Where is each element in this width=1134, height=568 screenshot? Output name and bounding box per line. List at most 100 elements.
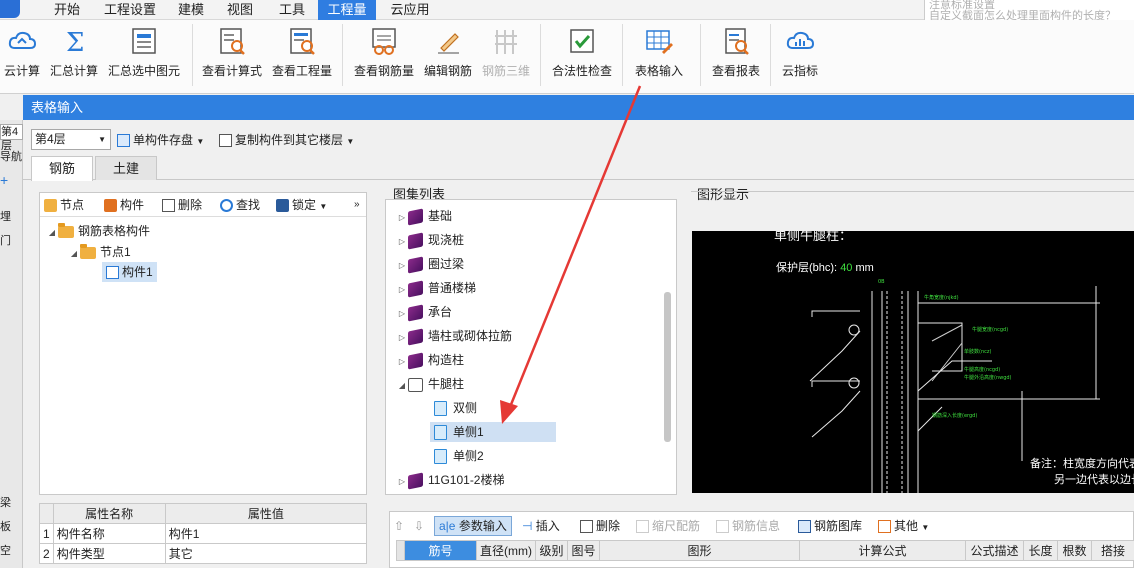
- atlas-child-selected[interactable]: 单侧1: [430, 422, 556, 442]
- lock-button[interactable]: 锁定 ▼: [276, 195, 327, 217]
- scale-rebar-button[interactable]: 缩尺配筋: [636, 516, 700, 536]
- delete-icon: [580, 520, 593, 534]
- sidebar-item[interactable]: 空: [0, 542, 11, 558]
- view-formula-button[interactable]: 查看计算式: [198, 24, 266, 82]
- sidebar-item[interactable]: 门: [0, 232, 11, 248]
- atlas-child[interactable]: 双侧: [434, 398, 477, 418]
- expanded-arrow-icon: ◢: [70, 249, 78, 258]
- question-item[interactable]: 自定义截面怎么处理里面构件的长度？: [929, 11, 1130, 21]
- save-single-button[interactable]: 单构件存盘 ▼: [117, 130, 204, 152]
- atlas-child[interactable]: 单侧2: [434, 446, 484, 466]
- folder-add-icon: [44, 199, 57, 213]
- table-row[interactable]: 1 构件名称 构件1: [39, 523, 368, 544]
- delete-label: 删除: [178, 198, 203, 212]
- table-row[interactable]: 2 构件类型 其它: [39, 543, 368, 564]
- insert-button[interactable]: ⊣ 插入: [522, 516, 560, 536]
- question-list[interactable]: 注意标准设置 自定义截面怎么处理里面构件的长度？: [924, 0, 1134, 20]
- table-input-button[interactable]: 表格输入: [628, 24, 690, 82]
- sum-selected-label: 汇总选中图元: [107, 64, 180, 78]
- check-icon: [567, 26, 597, 56]
- table-input-dialog: 表格输入 第4层 ▼ 单构件存盘 ▼ 复制构件到其它楼层 ▼ 钢筋 土建 节点 …: [23, 95, 1134, 568]
- sidebar-item[interactable]: 梁: [0, 494, 11, 510]
- add-node-label: 节点: [60, 198, 85, 212]
- copy-to-floor-label: 复制构件到其它楼层: [235, 133, 344, 147]
- add-node-button[interactable]: 节点: [44, 195, 84, 215]
- edit-rebar-button[interactable]: 编辑钢筋: [420, 24, 476, 82]
- atlas-child-label: 单侧2: [453, 449, 484, 463]
- other-label: 其他: [894, 519, 919, 533]
- abc-icon: a|e: [439, 519, 459, 533]
- floor-select[interactable]: 第4层 ▼: [31, 129, 111, 150]
- prop-value[interactable]: 其它: [164, 543, 368, 564]
- add-component-button[interactable]: 构件: [104, 195, 144, 215]
- add-icon[interactable]: +: [0, 172, 8, 188]
- atlas-item[interactable]: ▷ 11G101-2楼梯: [396, 470, 504, 490]
- move-down-button[interactable]: ⇩: [414, 516, 424, 536]
- sidebar-item[interactable]: 埋: [0, 208, 11, 224]
- sum-calc-button[interactable]: Σ 汇总计算: [48, 24, 100, 82]
- sum-selected-button[interactable]: 汇总选中图元: [104, 24, 184, 82]
- rebar-delete-label: 删除: [596, 519, 621, 533]
- move-up-button[interactable]: ⇧: [394, 516, 404, 536]
- param-input-button[interactable]: a|e 参数输入: [434, 516, 512, 536]
- view-quantity-button[interactable]: 查看工程量: [268, 24, 336, 82]
- rebar-library-button[interactable]: 钢筋图库: [798, 516, 862, 536]
- sidebar-item[interactable]: 板: [0, 518, 11, 534]
- rebar-delete-button[interactable]: 删除: [580, 516, 620, 536]
- tree-component[interactable]: 构件1: [102, 262, 157, 282]
- menu-quantity[interactable]: 工程量: [318, 0, 376, 20]
- find-label: 查找: [236, 198, 261, 212]
- tree-root[interactable]: ◢ 钢筋表格构件: [46, 221, 150, 241]
- atlas-item[interactable]: ▷ 构造柱: [396, 350, 464, 370]
- atlas-item-label: 牛腿柱: [428, 377, 465, 391]
- nav-label[interactable]: 导航: [0, 148, 22, 164]
- atlas-item[interactable]: ▷ 现浇桩: [396, 230, 464, 250]
- atlas-item-label: 墙柱或砌体拉筋: [428, 329, 513, 343]
- menu-project-settings[interactable]: 工程设置: [100, 0, 160, 20]
- dim-label: 牛腿宽度(ncgd): [972, 326, 1008, 333]
- prop-name: 构件类型: [52, 543, 166, 564]
- atlas-item[interactable]: ▷ 墙柱或砌体拉筋: [396, 326, 512, 346]
- menu-start[interactable]: 开始: [42, 0, 92, 20]
- component-tree-panel: 节点 构件 删除 查找 锁定 ▼ » ◢ 钢筋表格构件 ◢ 节点1 构件1: [39, 192, 367, 495]
- view-report-button[interactable]: 查看报表: [706, 24, 766, 82]
- menu-view[interactable]: 视图: [220, 0, 260, 20]
- floor-label[interactable]: 第4层: [0, 124, 23, 152]
- validity-check-label: 合法性检查: [551, 64, 612, 78]
- props-header-value: 属性值: [164, 503, 368, 524]
- validity-check-button[interactable]: 合法性检查: [546, 24, 618, 82]
- atlas-item[interactable]: ▷ 基础: [396, 206, 452, 226]
- atlas-item[interactable]: ▷ 圈过梁: [396, 254, 464, 274]
- atlas-item[interactable]: ▷ 普通楼梯: [396, 278, 476, 298]
- delete-button[interactable]: 删除: [162, 195, 202, 215]
- tab-rebar[interactable]: 钢筋: [31, 156, 93, 181]
- column-drawing: 0B 牛腿宽度(ncgd) 牛腿高度(ncgd) 钢筋深入长度(ergd) 牛角…: [809, 279, 1100, 493]
- view-rebar-button[interactable]: 查看钢筋量: [350, 24, 418, 82]
- view-formula-icon: [217, 26, 247, 56]
- menu-cloud-app[interactable]: 云应用: [382, 0, 438, 20]
- rebar-3d-button[interactable]: 钢筋三维: [478, 24, 534, 82]
- cloud-calc-button[interactable]: 云计算: [0, 24, 44, 82]
- rebar-info-button[interactable]: 钢筋信息: [716, 516, 780, 536]
- tree-node[interactable]: ◢ 节点1: [68, 242, 131, 262]
- chevron-down-icon: ▼: [319, 202, 328, 211]
- prop-value[interactable]: 构件1: [164, 523, 368, 544]
- menu-tools[interactable]: 工具: [270, 0, 314, 20]
- find-button[interactable]: 查找: [220, 195, 260, 215]
- tab-civil[interactable]: 土建: [95, 156, 157, 180]
- rebar-panel: ⇧ ⇩ a|e 参数输入 ⊣ 插入 删除 缩尺配筋 钢筋信息 钢筋图库 其他 ▼…: [389, 511, 1134, 568]
- app-logo-icon[interactable]: [0, 0, 20, 18]
- delete-icon: [162, 199, 175, 213]
- sum-calc-label: 汇总计算: [49, 64, 98, 78]
- cloud-calc-label: 云计算: [3, 64, 40, 78]
- collapsed-arrow-icon: ▷: [398, 237, 406, 246]
- atlas-item[interactable]: ◢ 牛腿柱: [396, 374, 464, 394]
- copy-to-floor-button[interactable]: 复制构件到其它楼层 ▼: [219, 130, 354, 152]
- scrollbar-thumb[interactable]: [664, 292, 671, 442]
- figure-canvas: 单侧牛腿柱： 保护层(bhc): 40 mm 0B 牛腿宽度(ncgd) 牛腿高…: [692, 231, 1134, 493]
- other-button[interactable]: 其他 ▼: [878, 516, 929, 538]
- atlas-item[interactable]: ▷ 承台: [396, 302, 452, 322]
- more-icon[interactable]: »: [354, 195, 360, 215]
- menu-modeling[interactable]: 建模: [168, 0, 214, 20]
- cloud-index-button[interactable]: 云指标: [774, 24, 826, 82]
